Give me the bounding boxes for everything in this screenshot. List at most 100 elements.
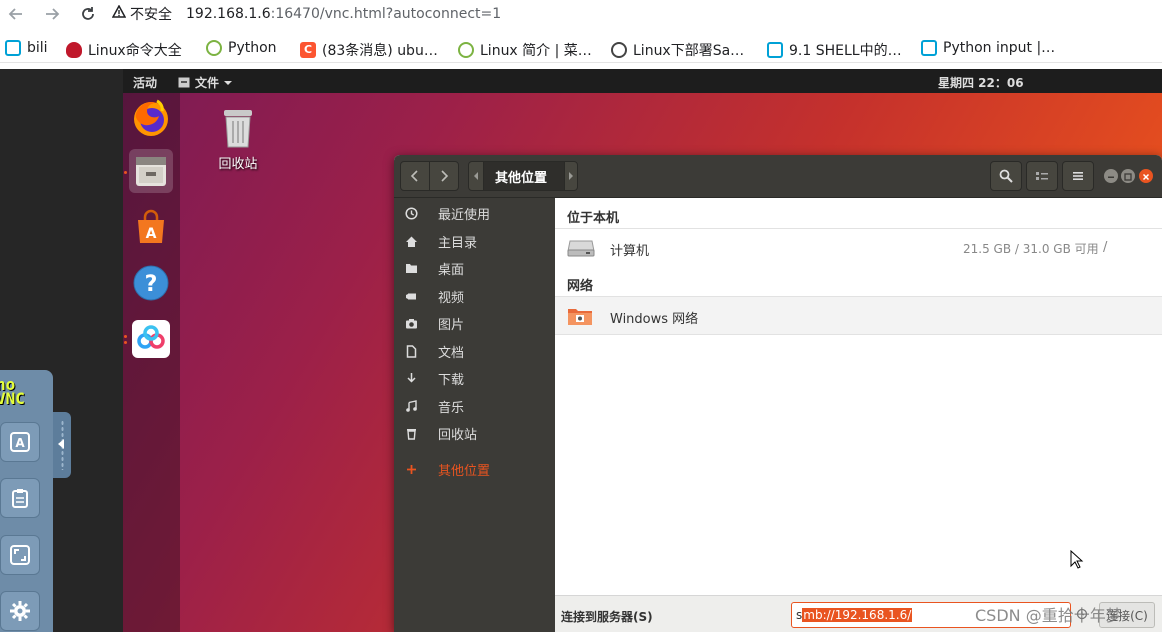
svg-text:A: A [15, 436, 25, 450]
file-cabinet-icon [178, 77, 190, 88]
windows-network-label: Windows 网络 [610, 312, 699, 327]
bookmark-linux-intro[interactable]: Linux 简介 | 菜… [458, 40, 592, 60]
dock-baidu-netdisk[interactable] [129, 317, 173, 361]
close-icon[interactable] [1139, 169, 1153, 183]
sidebar-item-trash[interactable]: 回收站 [394, 420, 555, 447]
bookmark-csdn[interactable]: C (83条消息) ubu… [300, 40, 438, 60]
url-bar[interactable]: 192.168.1.6:16470/vnc.html?autoconnect=1 [186, 6, 501, 22]
bookmark-python[interactable]: Python [206, 40, 277, 56]
server-address-selection: mb://192.168.1.6/ [802, 608, 913, 622]
divider [555, 334, 1162, 335]
security-label: 不安全 [130, 7, 172, 23]
bookmark-label: bili [27, 40, 48, 56]
path-bar-current[interactable]: 其他位置 [483, 161, 565, 191]
bilibili-icon [921, 40, 937, 56]
desktop-trash[interactable]: 回收站 [213, 107, 263, 172]
settings-button[interactable] [0, 591, 40, 631]
places-sidebar: 最近使用 主目录 桌面 视频 图片 文档 下载 音乐 回收站 其他位置 [394, 198, 555, 632]
bilibili-icon [767, 42, 783, 58]
search-icon [999, 169, 1013, 183]
sidebar-item-label: 主目录 [438, 236, 478, 251]
trash-icon [224, 110, 252, 148]
server-address-text: smb://192.168.1.6/ [796, 608, 913, 622]
sidebar-item-recent[interactable]: 最近使用 [394, 200, 555, 227]
path-scroll-right-button[interactable] [564, 161, 578, 191]
fullscreen-button[interactable] [0, 535, 40, 575]
warning-icon [111, 4, 127, 23]
novnc-control-handle[interactable] [53, 412, 71, 478]
firefox-icon [134, 99, 168, 136]
app-menu[interactable]: 文件 [178, 74, 233, 91]
sidebar-item-label: 最近使用 [438, 208, 491, 223]
search-button[interactable] [990, 161, 1022, 191]
computer-path: / [1103, 240, 1108, 255]
path-scroll-left-button[interactable] [468, 161, 484, 191]
folder-icon [404, 262, 418, 276]
windows-network-row[interactable]: Windows 网络 [555, 297, 1162, 334]
menu-button[interactable] [1062, 161, 1094, 191]
computer-size: 21.5 GB / 31.0 GB 可用 [963, 242, 1099, 256]
view-toggle-button[interactable] [1026, 161, 1058, 191]
bookmarks-bar: bili Linux命令大全 Python C (83条消息) ubu… Lin… [0, 33, 1162, 63]
running-indicator [124, 341, 127, 344]
clipboard-button[interactable] [0, 478, 40, 518]
sidebar-item-label: 其他位置 [438, 464, 491, 479]
sidebar-item-other-locations[interactable]: 其他位置 [394, 456, 555, 483]
sidebar-item-label: 文档 [438, 346, 465, 361]
maximize-icon[interactable] [1121, 169, 1135, 183]
back-icon[interactable] [6, 4, 26, 24]
sidebar-item-videos[interactable]: 视频 [394, 283, 555, 310]
triangle-left-icon [474, 172, 478, 180]
dock-files[interactable] [129, 149, 173, 193]
gear-icon [10, 601, 30, 621]
forward-button[interactable] [429, 161, 459, 191]
dock-firefox[interactable] [129, 96, 173, 140]
clock[interactable]: 星期四 22：06 [938, 74, 1024, 91]
sidebar-item-label: 回收站 [438, 428, 478, 443]
app-menu-label: 文件 [195, 76, 220, 90]
list-view-icon [1036, 172, 1048, 180]
bookmark-python-input[interactable]: Python input |… [921, 40, 1055, 56]
novnc-logo-bottom: VNC [0, 389, 25, 408]
clipboard-icon [12, 489, 28, 508]
runoob-icon [206, 40, 222, 56]
camera-icon [404, 317, 418, 331]
minimize-icon[interactable] [1104, 169, 1118, 183]
bookmark-linux-deploy[interactable]: Linux下部署Sa… [611, 40, 744, 60]
reload-icon[interactable] [78, 4, 98, 24]
bookmark-label: Linux下部署Sa… [633, 43, 745, 59]
bookmark-linux-commands[interactable]: Linux命令大全 [66, 40, 182, 60]
hamburger-icon [1073, 172, 1083, 180]
sidebar-item-documents[interactable]: 文档 [394, 338, 555, 365]
software-bag-icon: A [138, 209, 164, 243]
triangle-right-icon [569, 172, 573, 180]
sidebar-item-music[interactable]: 音乐 [394, 393, 555, 420]
section-header-local: 位于本机 [567, 211, 620, 226]
site-icon [611, 42, 627, 58]
music-icon [404, 400, 418, 414]
sidebar-item-pictures[interactable]: 图片 [394, 310, 555, 337]
svg-text:?: ? [145, 272, 158, 297]
running-indicator [124, 335, 127, 338]
activities-button[interactable]: 活动 [133, 74, 157, 91]
dock-help[interactable]: ? [129, 261, 173, 305]
extra-keys-button[interactable]: A [0, 422, 40, 462]
runoob-icon [458, 42, 474, 58]
gnome-top-bar: 活动 文件 星期四 22：06 [123, 69, 1162, 93]
watermark: CSDN @重拾十年梦 [975, 606, 1122, 625]
back-button[interactable] [400, 161, 430, 191]
computer-label: 计算机 [610, 244, 650, 259]
computer-row[interactable]: 计算机 21.5 GB / 31.0 GB 可用 / [555, 229, 1162, 266]
bookmark-bili[interactable]: bili [5, 40, 48, 56]
sidebar-item-home[interactable]: 主目录 [394, 228, 555, 255]
sidebar-item-desktop[interactable]: 桌面 [394, 255, 555, 282]
download-icon [404, 372, 418, 386]
forward-icon[interactable] [42, 4, 62, 24]
bilibili-icon [5, 40, 21, 56]
dock-software[interactable]: A [129, 205, 173, 249]
bookmark-shell[interactable]: 9.1 SHELL中的… [767, 40, 902, 60]
sidebar-item-downloads[interactable]: 下载 [394, 365, 555, 392]
svg-text:A: A [146, 226, 157, 242]
security-indicator[interactable]: 不安全 [111, 4, 172, 24]
help-icon: ? [133, 265, 169, 301]
